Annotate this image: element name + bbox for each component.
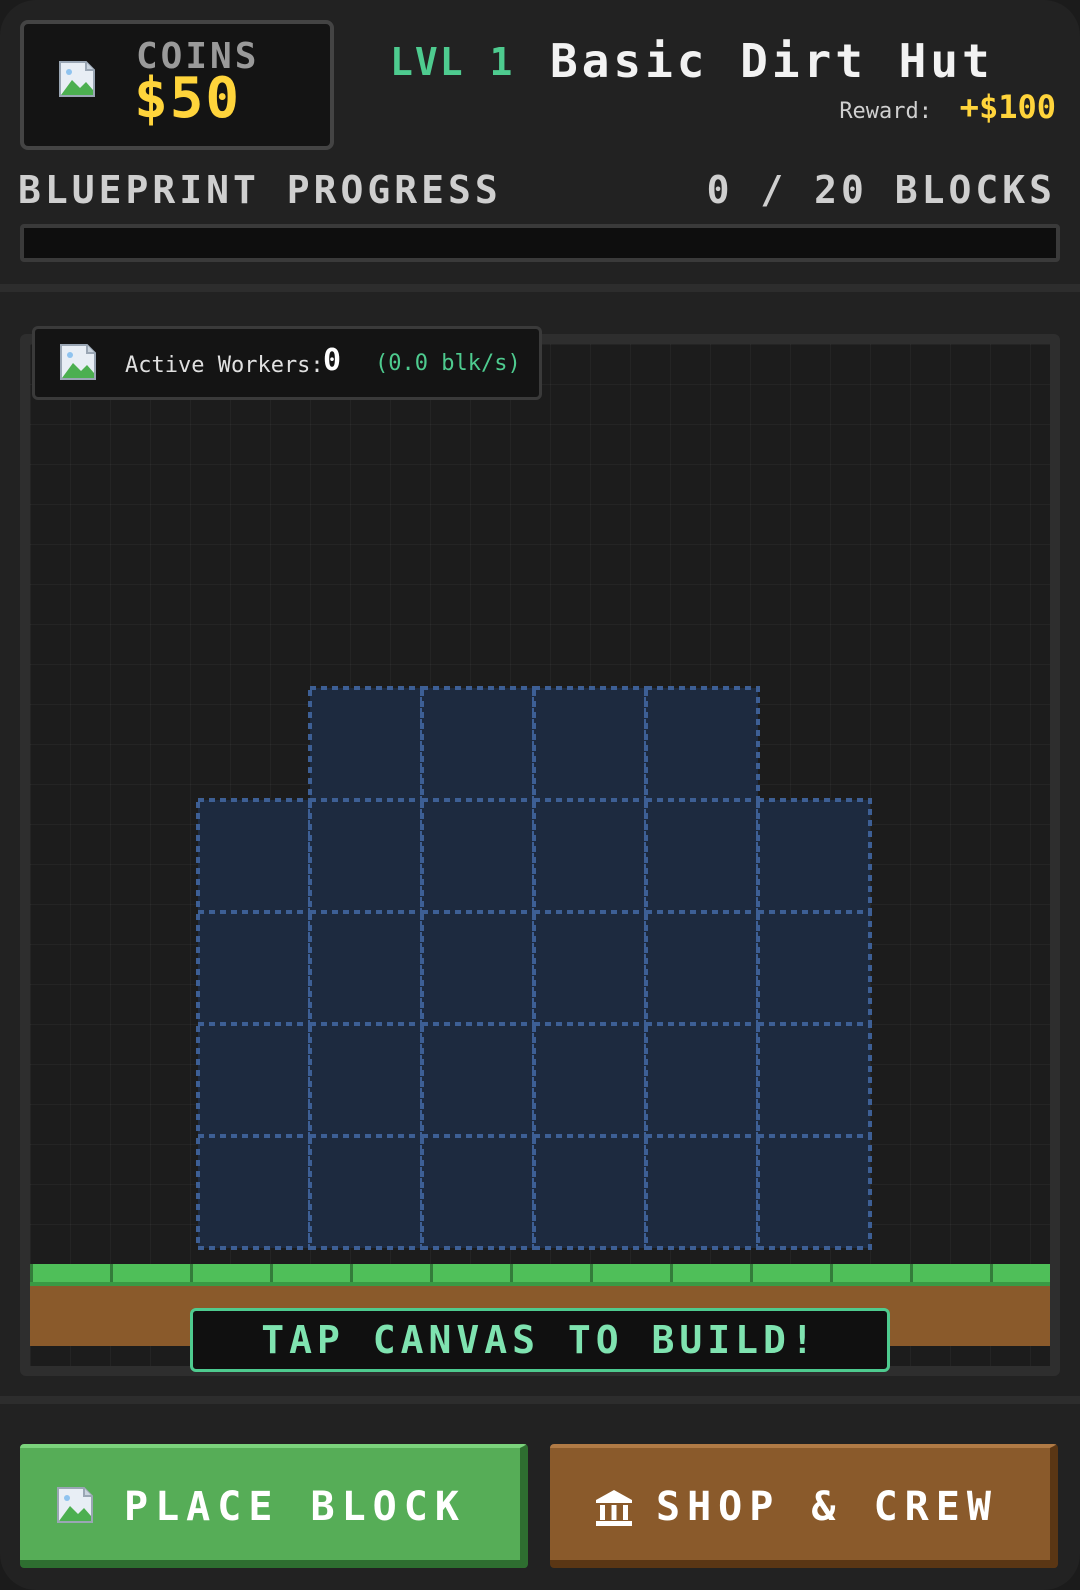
blueprint-cell[interactable] xyxy=(308,1134,424,1250)
blueprint-cell[interactable] xyxy=(644,1134,760,1250)
active-workers-count: 0 xyxy=(323,343,342,378)
blueprint-cell[interactable] xyxy=(308,1022,424,1138)
blueprint-cell[interactable] xyxy=(196,910,312,1026)
coins-panel: COINS $50 xyxy=(20,20,334,150)
blueprint-cell[interactable] xyxy=(532,910,648,1026)
blueprint-cell[interactable] xyxy=(196,798,312,914)
reward-row: Reward: +$100 xyxy=(839,88,1056,126)
blueprint-cell[interactable] xyxy=(196,1022,312,1138)
place-block-image-icon xyxy=(57,1487,93,1523)
coins-value: $50 xyxy=(134,66,242,131)
blueprint-progress-count: 0 / 20 BLOCKS xyxy=(706,168,1056,212)
footer-divider xyxy=(0,1396,1080,1404)
blueprint-cell[interactable] xyxy=(756,798,872,914)
reward-label: Reward: xyxy=(839,99,933,124)
tap-to-build-hint: TAP CANVAS TO BUILD! xyxy=(190,1308,890,1372)
ground-grass xyxy=(30,1264,1050,1286)
blueprint-cell[interactable] xyxy=(532,798,648,914)
blueprint-cell[interactable] xyxy=(756,1134,872,1250)
blueprint-cell[interactable] xyxy=(308,686,424,802)
bank-icon xyxy=(596,1490,632,1526)
blueprint-cell[interactable] xyxy=(756,1022,872,1138)
blueprint-cell[interactable] xyxy=(308,798,424,914)
blueprint-cell[interactable] xyxy=(532,1022,648,1138)
shop-and-crew-button[interactable]: SHOP & CREW xyxy=(550,1444,1058,1568)
blueprint-cell[interactable] xyxy=(420,1134,536,1250)
blueprint-progress-label: BLUEPRINT PROGRESS xyxy=(18,168,502,212)
game-screen: COINS $50 LVL 1 Basic Dirt Hut Reward: +… xyxy=(0,0,1080,1590)
blueprint-cell[interactable] xyxy=(644,910,760,1026)
place-block-label: PLACE BLOCK xyxy=(124,1484,466,1530)
reward-value: +$100 xyxy=(959,88,1056,126)
header-divider xyxy=(0,284,1080,292)
active-workers-label: Active Workers: xyxy=(125,353,324,378)
shop-and-crew-label: SHOP & CREW xyxy=(656,1484,998,1530)
blueprint-cell[interactable] xyxy=(532,1134,648,1250)
blueprint-cell[interactable] xyxy=(420,798,536,914)
blueprint-cell[interactable] xyxy=(532,686,648,802)
build-canvas[interactable] xyxy=(20,334,1060,1376)
active-workers-panel: Active Workers: 0 (0.0 blk/s) xyxy=(32,326,542,400)
level-tag: LVL 1 xyxy=(390,40,515,84)
blueprint-cell[interactable] xyxy=(420,910,536,1026)
place-block-button[interactable]: PLACE BLOCK xyxy=(20,1444,528,1568)
blueprint-cell[interactable] xyxy=(308,910,424,1026)
blueprint-cell[interactable] xyxy=(756,910,872,1026)
building-name: Basic Dirt Hut xyxy=(550,34,994,88)
blueprint-cell[interactable] xyxy=(420,686,536,802)
coins-image-icon xyxy=(59,61,95,97)
blueprint-grid xyxy=(196,686,872,1250)
blueprint-cell[interactable] xyxy=(644,686,760,802)
blueprint-progress-bar xyxy=(20,224,1060,262)
build-rate: (0.0 blk/s) xyxy=(375,351,521,376)
blueprint-cell[interactable] xyxy=(196,1134,312,1250)
workers-image-icon xyxy=(60,344,96,380)
blueprint-cell[interactable] xyxy=(420,1022,536,1138)
blueprint-cell[interactable] xyxy=(644,1022,760,1138)
blueprint-cell[interactable] xyxy=(644,798,760,914)
